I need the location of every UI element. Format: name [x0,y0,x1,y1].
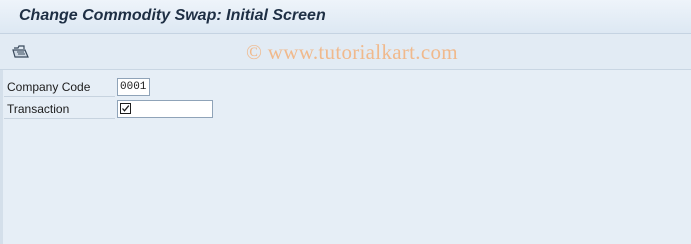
title-bar: Change Commodity Swap: Initial Screen [0,0,691,34]
transaction-row: Transaction [4,100,219,119]
checkbox-required-icon [120,103,131,114]
open-folder-icon[interactable] [12,43,30,60]
left-border [0,70,3,244]
transaction-label: Transaction [4,100,115,119]
screen-title: Change Commodity Swap: Initial Screen [19,7,326,24]
company-code-field[interactable]: 0001 [117,78,150,96]
watermark-text: © www.tutorialkart.com [246,40,458,64]
company-code-row: Company Code 0001 [4,78,164,97]
transaction-field[interactable] [117,100,213,118]
company-code-label: Company Code [4,78,115,97]
